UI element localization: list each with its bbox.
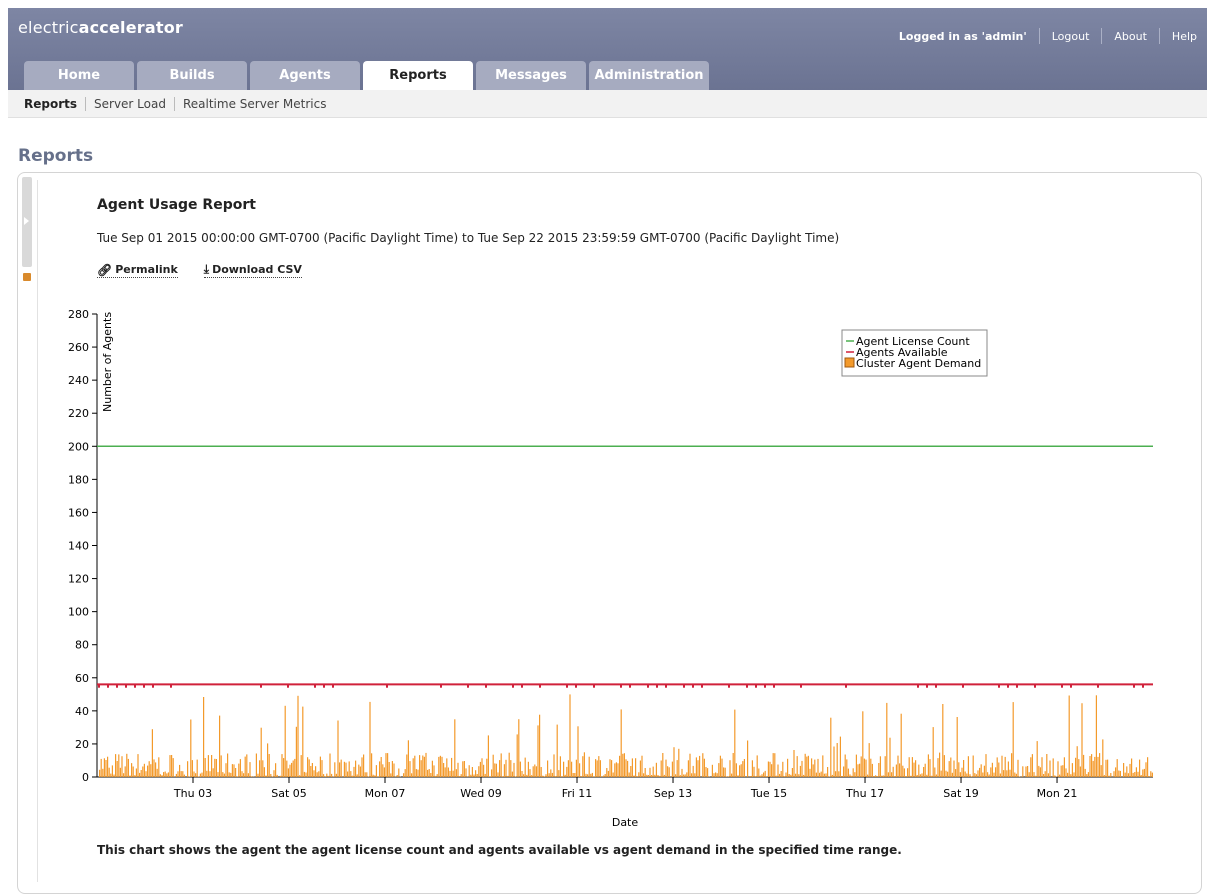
x-tick-label: Sat 05 — [271, 787, 307, 800]
logged-in-label: Logged in as 'admin' — [898, 29, 1027, 43]
page-title: Reports — [18, 146, 94, 166]
download-csv-button[interactable]: ⤓ Download CSV — [203, 262, 302, 278]
tab-agents[interactable]: Agents — [250, 61, 360, 90]
y-tick-label: 280 — [68, 308, 89, 321]
chart-caption: This chart shows the agent the agent lic… — [97, 843, 902, 857]
y-tick-label: 100 — [68, 606, 89, 619]
report-title: Agent Usage Report — [97, 197, 256, 213]
report-actions: 🔗︎ Permalink ⤓ Download CSV — [97, 262, 328, 278]
about-link[interactable]: About — [1114, 30, 1147, 43]
x-tick-label: Fri 11 — [562, 787, 593, 800]
x-tick-label: Wed 09 — [460, 787, 501, 800]
subnav-reports[interactable]: Reports — [24, 97, 77, 111]
y-tick-label: 120 — [68, 573, 89, 586]
y-tick-label: 260 — [68, 341, 89, 354]
y-tick-label: 20 — [75, 738, 89, 751]
help-link[interactable]: Help — [1172, 30, 1197, 43]
legend-swatch — [844, 357, 855, 368]
x-tick-label: Thu 17 — [845, 787, 884, 800]
y-tick-label: 160 — [68, 506, 89, 519]
y-tick-label: 60 — [75, 672, 89, 685]
subnav-server-load[interactable]: Server Load — [94, 97, 166, 111]
tab-home[interactable]: Home — [24, 61, 134, 90]
x-tick-label: Sep 13 — [654, 787, 692, 800]
x-axis-label: Date — [612, 816, 639, 829]
x-tick-label: Tue 15 — [750, 787, 787, 800]
download-csv-label: Download CSV — [212, 263, 302, 276]
agent-usage-chart: 0 20 40 60 80 100 120 140 160 180 200 220 240 260 280 T… — [68, 308, 1154, 829]
lock-icon[interactable] — [23, 273, 31, 281]
tab-administration[interactable]: Administration — [589, 61, 709, 90]
app-header: electricaccelerator Logged in as 'admin'… — [8, 8, 1207, 90]
y-tick-label: 40 — [75, 705, 89, 718]
user-links: Logged in as 'admin' Logout About Help — [899, 28, 1197, 44]
y-tick-label: 0 — [82, 771, 89, 784]
link-icon: 🔗︎ — [97, 262, 113, 277]
x-tick-label: Thu 03 — [173, 787, 212, 800]
tab-builds[interactable]: Builds — [137, 61, 247, 90]
tab-reports[interactable]: Reports — [363, 61, 473, 90]
app-logo[interactable]: electricaccelerator — [18, 18, 183, 37]
download-icon: ⤓ — [203, 262, 210, 276]
sidebar-toggle[interactable] — [22, 177, 32, 267]
y-axis-label: Number of Agents — [101, 312, 114, 412]
permalink-button[interactable]: 🔗︎ Permalink — [97, 262, 178, 278]
y-tick-label: 240 — [68, 374, 89, 387]
y-tick-label: 80 — [75, 639, 89, 652]
chevron-right-icon — [24, 217, 29, 225]
sub-navigation: Reports Server Load Realtime Server Metr… — [8, 90, 1207, 118]
y-tick-label: 140 — [68, 540, 89, 553]
y-tick-label: 200 — [68, 440, 89, 453]
y-tick-label: 180 — [68, 473, 89, 486]
legend-label: Cluster Agent Demand — [856, 357, 981, 370]
report-date-range: Tue Sep 01 2015 00:00:00 GMT-0700 (Pacif… — [97, 231, 840, 245]
x-tick-label: Mon 21 — [1037, 787, 1078, 800]
logout-link[interactable]: Logout — [1052, 30, 1090, 43]
main-tabs: Home Builds Agents Reports Messages Admi… — [24, 61, 712, 90]
subnav-realtime-server-metrics[interactable]: Realtime Server Metrics — [183, 97, 327, 111]
x-tick-label: Mon 07 — [365, 787, 406, 800]
tab-messages[interactable]: Messages — [476, 61, 586, 90]
permalink-label: Permalink — [115, 263, 178, 276]
y-tick-label: 220 — [68, 407, 89, 420]
x-tick-label: Sat 19 — [943, 787, 979, 800]
